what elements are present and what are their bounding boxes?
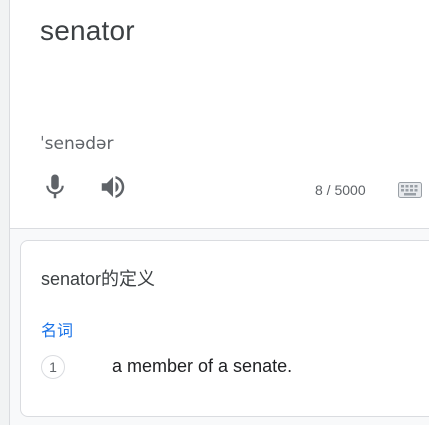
keyboard-icon [398,182,422,198]
part-of-speech-label: 名词 [41,323,74,340]
microphone-button[interactable] [40,172,70,202]
speaker-icon [101,176,125,198]
definitions-card: senator的定义 名词 1 a member of a senate. [20,240,429,417]
left-panel-edge [0,0,10,425]
source-text[interactable]: senator [40,15,135,47]
microphone-icon [46,174,64,199]
character-counter: 8 / 5000 [315,182,366,198]
definition-number: 1 [41,355,65,379]
definition-text: a member of a senate. [112,356,293,376]
phonetic-transcription: ˈsenədər [40,134,114,154]
keyboard-button[interactable] [398,182,422,198]
source-panel: senator ˈsenədər 8 / 5000 [10,0,429,228]
listen-button[interactable] [98,172,132,202]
definitions-title: senator的定义 [41,269,156,289]
